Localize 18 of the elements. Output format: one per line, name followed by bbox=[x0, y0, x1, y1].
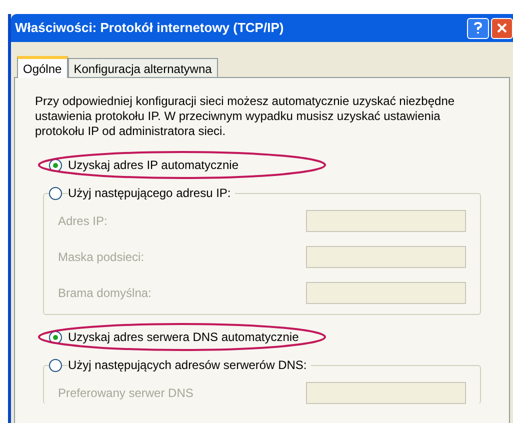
question-mark-icon bbox=[474, 22, 482, 34]
ip-address-field[interactable] bbox=[306, 246, 466, 268]
field-label: Maska podsieci: bbox=[58, 249, 144, 266]
field-label: Adres IP: bbox=[58, 213, 108, 230]
ip-address-field[interactable] bbox=[306, 210, 466, 232]
ip-address-field[interactable] bbox=[306, 282, 466, 304]
field-label: Brama domyślna: bbox=[58, 285, 152, 302]
close-button[interactable] bbox=[491, 18, 513, 38]
window-title: Właściwości: Protokół internetowy (TCP/IP) bbox=[15, 19, 284, 38]
tab[interactable]: Konfiguracja alternatywna bbox=[68, 58, 218, 78]
radio-button[interactable] bbox=[49, 358, 62, 372]
description-text: Przy odpowiedniej konfiguracji sieci możesz automatycznie uzyskać niezbędne ustawienia protokołu IP. W przeciwnym wypadku musisz uzyskać ustawienia protokołu IP od administratora sieci. bbox=[35, 94, 456, 139]
tab[interactable]: Ogólne bbox=[17, 56, 68, 78]
ip-address-field[interactable] bbox=[306, 382, 466, 404]
close-icon bbox=[497, 23, 507, 33]
radio-button[interactable] bbox=[49, 186, 62, 200]
help-button[interactable] bbox=[467, 18, 489, 38]
field-label: Preferowany serwer DNS bbox=[58, 385, 194, 402]
